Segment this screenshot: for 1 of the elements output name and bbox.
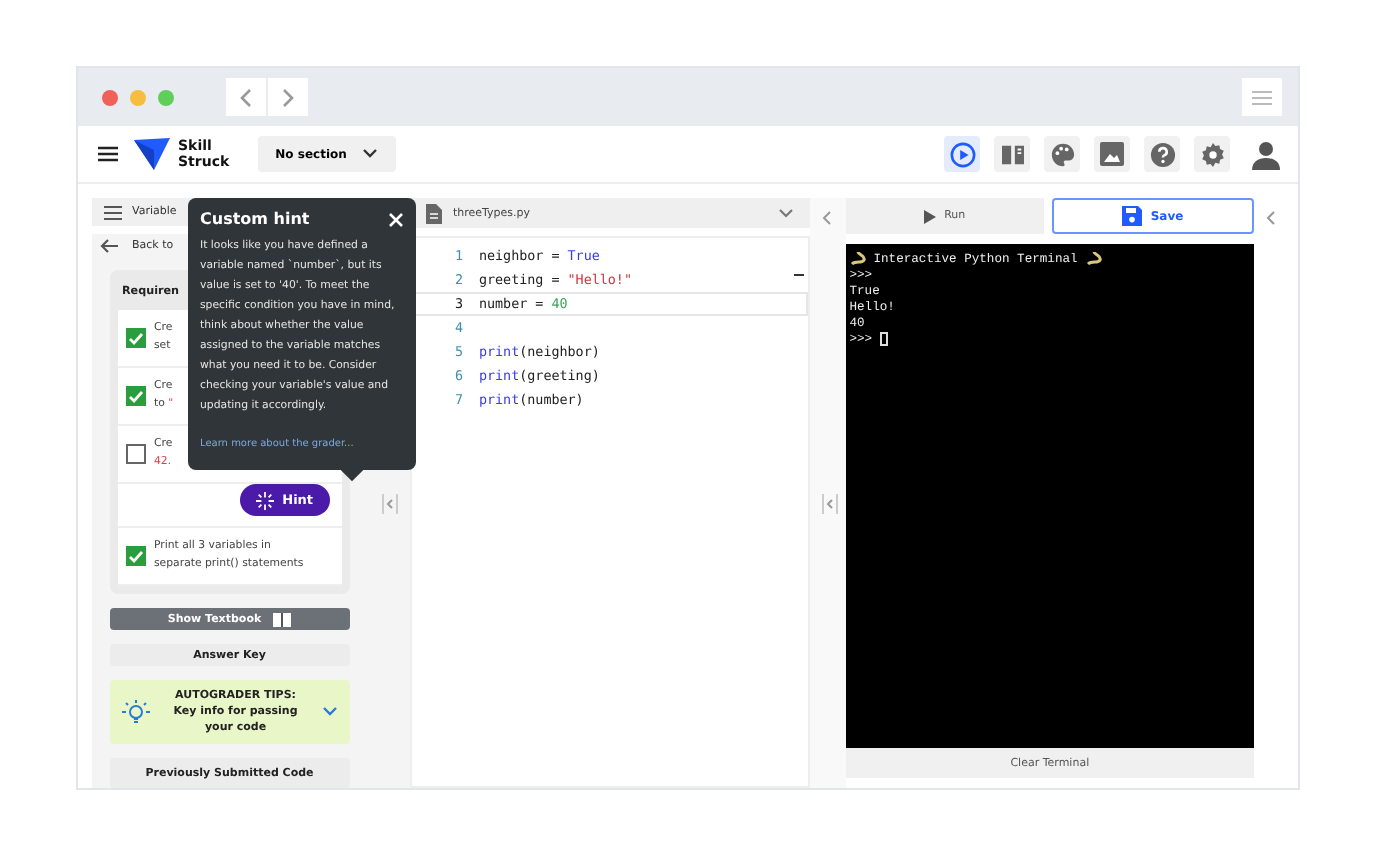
popup-title: Custom hint	[200, 210, 310, 228]
